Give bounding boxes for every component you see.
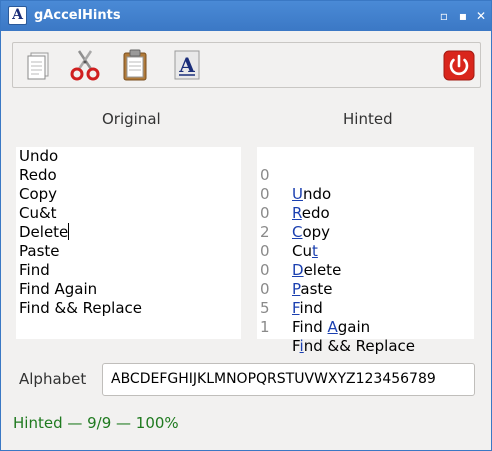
accelerator-key: A xyxy=(327,318,338,336)
hinted-row: 0 Find xyxy=(260,261,323,317)
original-line: Cu&t xyxy=(19,204,57,222)
hinted-label: Delete xyxy=(292,261,342,279)
hinted-row: 0 Copy xyxy=(260,185,330,241)
new-button[interactable] xyxy=(21,47,57,83)
original-header: Original xyxy=(102,110,161,128)
status-text: Hinted — 9/9 — 100% xyxy=(13,414,179,432)
clipboard-icon xyxy=(123,49,147,81)
hinted-row: 0 Delete xyxy=(260,223,341,279)
hinted-row: 0 Redo xyxy=(260,166,330,222)
original-line: Redo xyxy=(19,166,57,184)
window-title: gAccelHints xyxy=(34,8,121,23)
accelerator-key: R xyxy=(292,204,302,222)
original-line: Find Again xyxy=(19,280,98,298)
original-line: Find xyxy=(19,261,50,279)
original-line: Find && Replace xyxy=(19,299,142,317)
hinted-label: Find Again xyxy=(292,318,371,336)
hinted-row: 2 Cut xyxy=(260,204,318,260)
accelerator-key: U xyxy=(292,185,303,203)
hinted-row: 0 Undo xyxy=(260,147,331,203)
hinted-label: Copy xyxy=(292,223,331,241)
minimize-icon[interactable]: ▫ xyxy=(437,9,451,23)
accelerator-key: t xyxy=(311,242,318,260)
accelerator-key: F xyxy=(292,299,300,317)
accelerator-key: D xyxy=(292,261,304,279)
hinted-row: 0 Paste xyxy=(260,242,333,298)
original-textarea[interactable]: Undo Redo Copy Cu&t Delete Paste Find Fi… xyxy=(16,147,241,339)
hinted-row: 5 Find Again xyxy=(260,280,370,336)
power-icon xyxy=(443,50,475,81)
hinted-list: 0 Undo 0 Redo 0 Copy 2 Cut 0 Delete 0 Pa… xyxy=(257,147,474,355)
original-line: Copy xyxy=(19,185,58,203)
font-button[interactable]: A xyxy=(169,47,205,83)
app-window: A gAccelHints ▫ ▪ ✕ A Original Hinted Un… xyxy=(0,0,492,451)
toolbar: A xyxy=(12,42,481,88)
close-icon[interactable]: ✕ xyxy=(474,9,488,23)
app-icon: A xyxy=(8,6,27,25)
alphabet-label: Alphabet xyxy=(19,370,87,388)
hinted-label: Undo xyxy=(292,185,332,203)
scissors-icon xyxy=(70,50,100,81)
collision-count: 1 xyxy=(260,318,270,336)
paste-button[interactable] xyxy=(117,47,153,83)
original-line-text: Delete xyxy=(19,223,69,241)
accelerator-key: C xyxy=(292,223,303,241)
svg-text:A: A xyxy=(178,53,195,77)
new-document-icon xyxy=(27,52,49,80)
quit-button[interactable] xyxy=(441,47,477,83)
original-line-with-caret: Delete xyxy=(19,223,70,242)
original-line: Paste xyxy=(19,242,60,260)
hinted-row: 1 Find && Replace xyxy=(260,299,415,355)
hinted-header: Hinted xyxy=(343,110,393,128)
text-caret xyxy=(68,223,70,240)
hinted-label: Redo xyxy=(292,204,330,222)
hinted-label: Paste xyxy=(292,280,333,298)
maximize-icon[interactable]: ▪ xyxy=(456,9,470,23)
hinted-label: Find && Replace xyxy=(292,337,416,355)
font-icon: A xyxy=(174,50,200,80)
alphabet-input[interactable]: ABCDEFGHIJKLMNOPQRSTUVWXYZ123456789 xyxy=(102,363,475,396)
hinted-label: Cut xyxy=(292,242,318,260)
original-line: Undo xyxy=(19,147,59,165)
cut-button[interactable] xyxy=(67,47,103,83)
hinted-label: Find xyxy=(292,299,323,317)
title-bar[interactable]: A gAccelHints ▫ ▪ ✕ xyxy=(1,1,491,31)
